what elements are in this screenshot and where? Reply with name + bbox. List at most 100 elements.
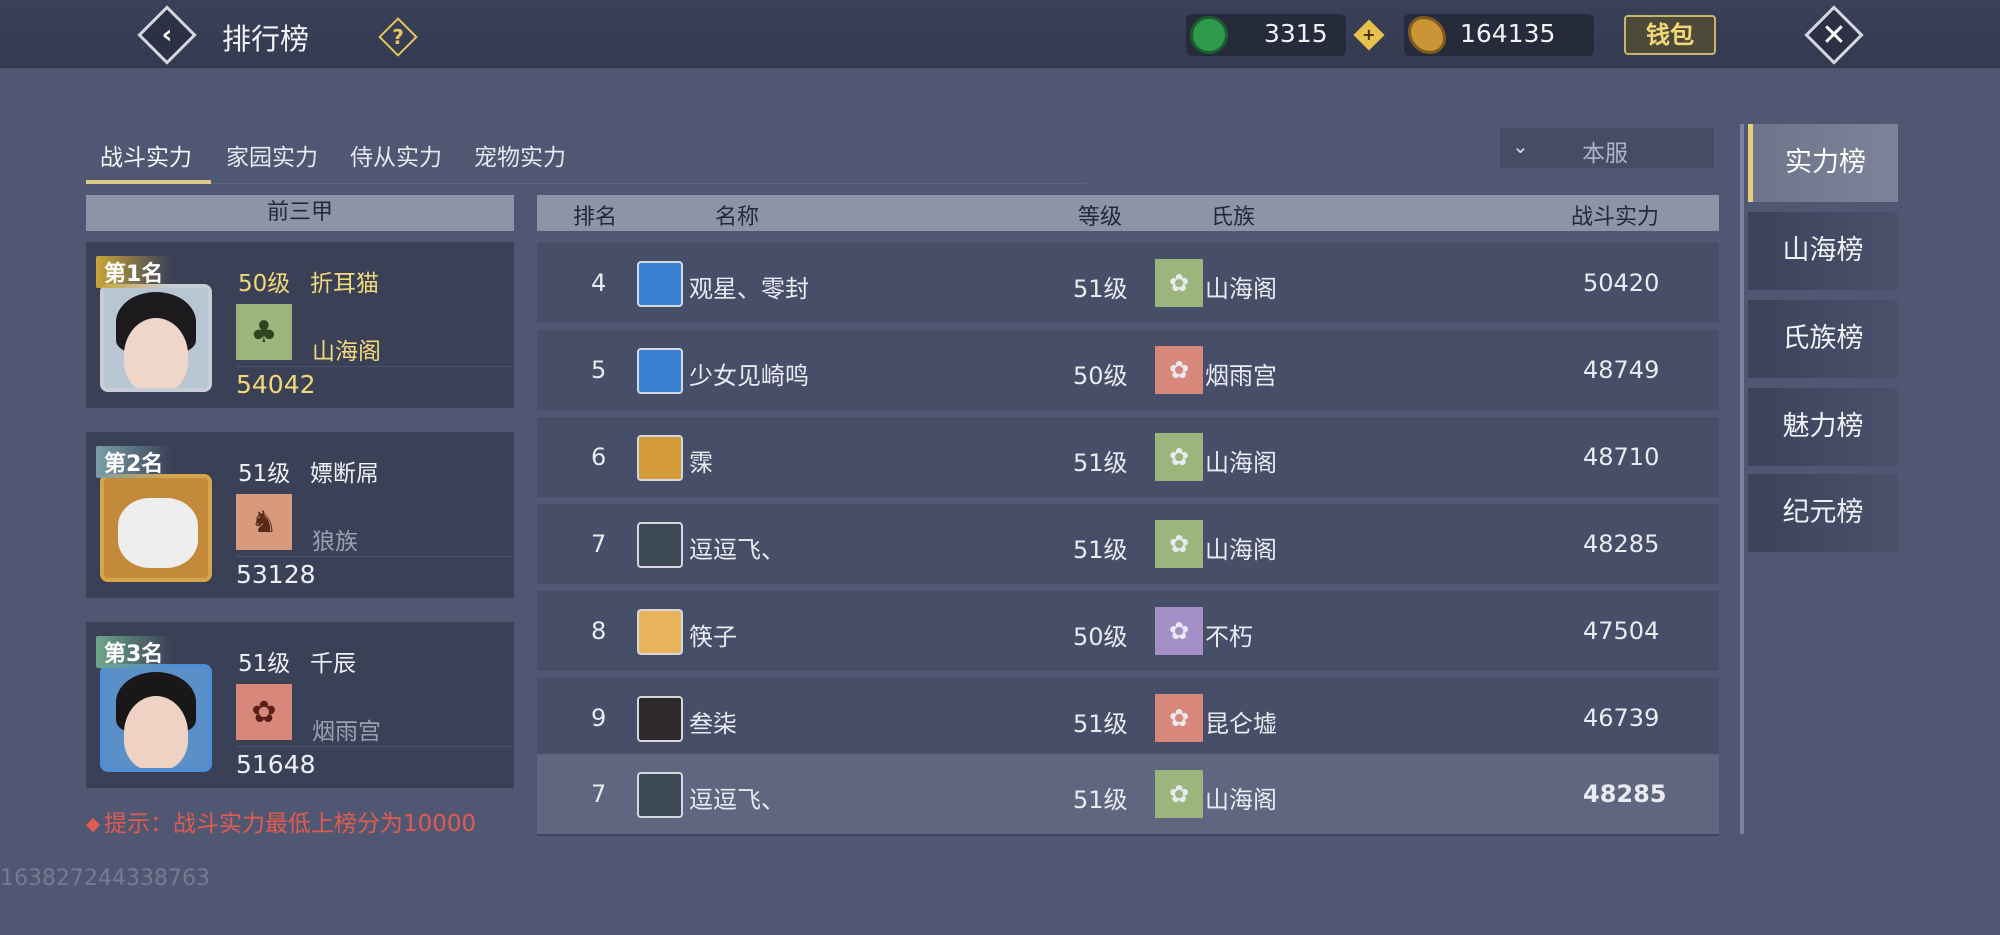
clan-emblem-icon: ✿	[1155, 770, 1203, 818]
row-name: 叁柒	[689, 710, 737, 738]
col-clan: 氏族	[1211, 205, 1256, 230]
clan-name: 狼族	[312, 529, 358, 555]
tip-text: 提示：战斗实力最低上榜分为10000	[104, 811, 477, 837]
avatar	[100, 664, 212, 772]
clan-emblem-icon: ✿	[1155, 346, 1203, 394]
tab-divider	[86, 183, 1086, 184]
row-clan-name: 山海阁	[1205, 449, 1277, 477]
row-rank: 7	[591, 780, 607, 808]
combat-power: 54042	[236, 370, 316, 399]
card-divider	[236, 746, 514, 747]
row-power: 50420	[1583, 269, 1660, 297]
clan-emblem-icon: ✿	[1155, 694, 1203, 742]
avatar-face	[124, 318, 188, 388]
side-tab-shanhai[interactable]: 山海榜	[1748, 212, 1898, 290]
clan-emblem-icon: ✿	[1155, 259, 1203, 307]
row-clan-name: 山海阁	[1205, 536, 1277, 564]
clan-name: 烟雨宫	[312, 719, 381, 745]
table-row[interactable]: 4 观星、零封 51级 ✿ 山海阁 50420	[537, 243, 1719, 323]
clan-emblem-icon: ✿	[236, 684, 292, 740]
back-button[interactable]: ‹	[137, 5, 197, 65]
avatar	[637, 772, 683, 818]
tip-diamond-icon	[85, 817, 101, 832]
top3-card-2[interactable]: 第2名 51级 嫖断屌 ♞ 狼族 53128	[86, 432, 514, 598]
tab-combat-power[interactable]: 战斗实力	[100, 138, 192, 172]
row-rank: 9	[591, 704, 607, 732]
add-currency-button[interactable]: +	[1353, 19, 1385, 51]
row-level: 51级	[1073, 536, 1128, 564]
table-header: 排名 名称 等级 氏族 战斗实力	[537, 195, 1719, 231]
tab-home-power[interactable]: 家园实力	[226, 138, 318, 172]
row-level: 50级	[1073, 623, 1128, 651]
side-tab-clan[interactable]: 氏族榜	[1748, 300, 1898, 378]
rank-ribbon: 第2名	[96, 446, 172, 478]
row-power: 46739	[1583, 704, 1660, 732]
top3-card-1[interactable]: 第1名 50级 折耳猫 ♣ 山海阁 54042	[86, 242, 514, 408]
side-tab-charm[interactable]: 魅力榜	[1748, 388, 1898, 466]
avatar	[637, 522, 683, 568]
close-button[interactable]: ✕	[1804, 5, 1864, 65]
side-tab-era[interactable]: 纪元榜	[1748, 474, 1898, 552]
avatar	[100, 474, 212, 582]
row-clan-name: 烟雨宫	[1205, 362, 1277, 390]
server-select[interactable]: ⌄ 本服	[1500, 128, 1714, 168]
top3-card-3[interactable]: 第3名 51级 千辰 ✿ 烟雨宫 51648	[86, 622, 514, 788]
rank-ribbon: 第1名	[96, 256, 172, 288]
page-title: 排行榜	[222, 22, 310, 56]
row-name: 霂	[689, 449, 713, 477]
row-level: 50级	[1073, 362, 1128, 390]
coin-amount: 164135	[1460, 19, 1556, 48]
tab-attendant-power[interactable]: 侍从实力	[350, 138, 442, 172]
row-rank: 6	[591, 443, 607, 471]
side-tab-power[interactable]: 实力榜	[1748, 124, 1898, 202]
help-button[interactable]: ?	[378, 17, 418, 57]
table-bottom-edge	[537, 834, 1719, 836]
card-divider	[236, 366, 514, 367]
tab-pet-power[interactable]: 宠物实力	[474, 138, 566, 172]
row-level: 51级	[1073, 710, 1128, 738]
clan-emblem-icon: ✿	[1155, 433, 1203, 481]
player-name: 折耳猫	[310, 271, 379, 297]
table-row[interactable]: 7 逗逗飞、 51级 ✿ 山海阁 48285	[537, 754, 1719, 834]
clan-emblem-icon: ♞	[236, 494, 292, 550]
avatar	[637, 261, 683, 307]
active-tab-indicator	[86, 180, 211, 184]
col-name: 名称	[715, 205, 760, 230]
table-row[interactable]: 8 筷子 50级 ✿ 不朽 47504	[537, 591, 1719, 671]
row-level: 51级	[1073, 275, 1128, 303]
avatar	[100, 284, 212, 392]
ranking-tip: 提示：战斗实力最低上榜分为10000	[85, 804, 477, 838]
avatar	[637, 348, 683, 394]
wallet-button[interactable]: 钱包	[1624, 15, 1716, 55]
row-clan-name: 昆仑墟	[1205, 710, 1277, 738]
row-name: 少女见崎鸣	[689, 362, 809, 390]
jade-amount: 3315	[1264, 19, 1328, 48]
jade-icon	[1190, 16, 1228, 54]
plus-icon: +	[1362, 25, 1376, 44]
clan-emblem-icon: ✿	[1155, 607, 1203, 655]
card-divider	[236, 556, 514, 557]
player-level: 50级	[238, 271, 291, 297]
col-power: 战斗实力	[1571, 205, 1660, 230]
player-name: 嫖断屌	[310, 461, 379, 487]
chevron-down-icon: ⌄	[1512, 134, 1529, 158]
row-power: 48710	[1583, 443, 1660, 471]
combat-power: 51648	[236, 750, 316, 779]
row-power: 48749	[1583, 356, 1660, 384]
user-id: 163827244338763	[0, 866, 210, 891]
row-rank: 4	[591, 269, 607, 297]
row-rank: 7	[591, 530, 607, 558]
avatar	[637, 435, 683, 481]
table-row[interactable]: 9 叁柒 51级 ✿ 昆仑墟 46739	[537, 678, 1719, 758]
clan-name: 山海阁	[312, 339, 381, 365]
row-name: 筷子	[689, 623, 737, 651]
top-bar: ‹ 排行榜 ? 3315 + 164135 钱包 ✕	[0, 0, 2000, 68]
row-name: 逗逗飞、	[689, 536, 785, 564]
table-row[interactable]: 7 逗逗飞、 51级 ✿ 山海阁 48285	[537, 504, 1719, 584]
avatar-face	[124, 696, 188, 768]
row-rank: 8	[591, 617, 607, 645]
row-name: 逗逗飞、	[689, 786, 785, 814]
table-row[interactable]: 6 霂 51级 ✿ 山海阁 48710	[537, 417, 1719, 497]
row-level: 51级	[1073, 449, 1128, 477]
table-row[interactable]: 5 少女见崎鸣 50级 ✿ 烟雨宫 48749	[537, 330, 1719, 410]
